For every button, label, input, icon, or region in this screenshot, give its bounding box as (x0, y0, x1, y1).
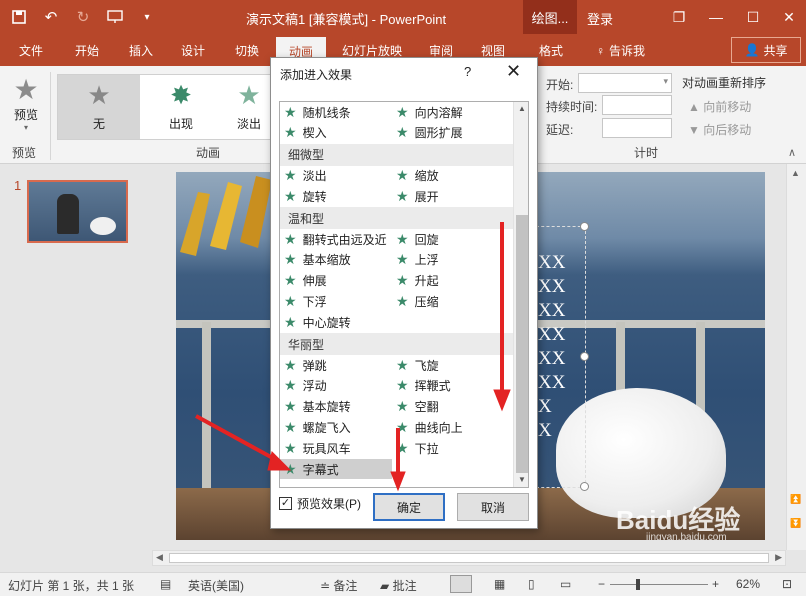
arrow-head (493, 389, 511, 412)
annotation-arrows (195, 222, 511, 492)
